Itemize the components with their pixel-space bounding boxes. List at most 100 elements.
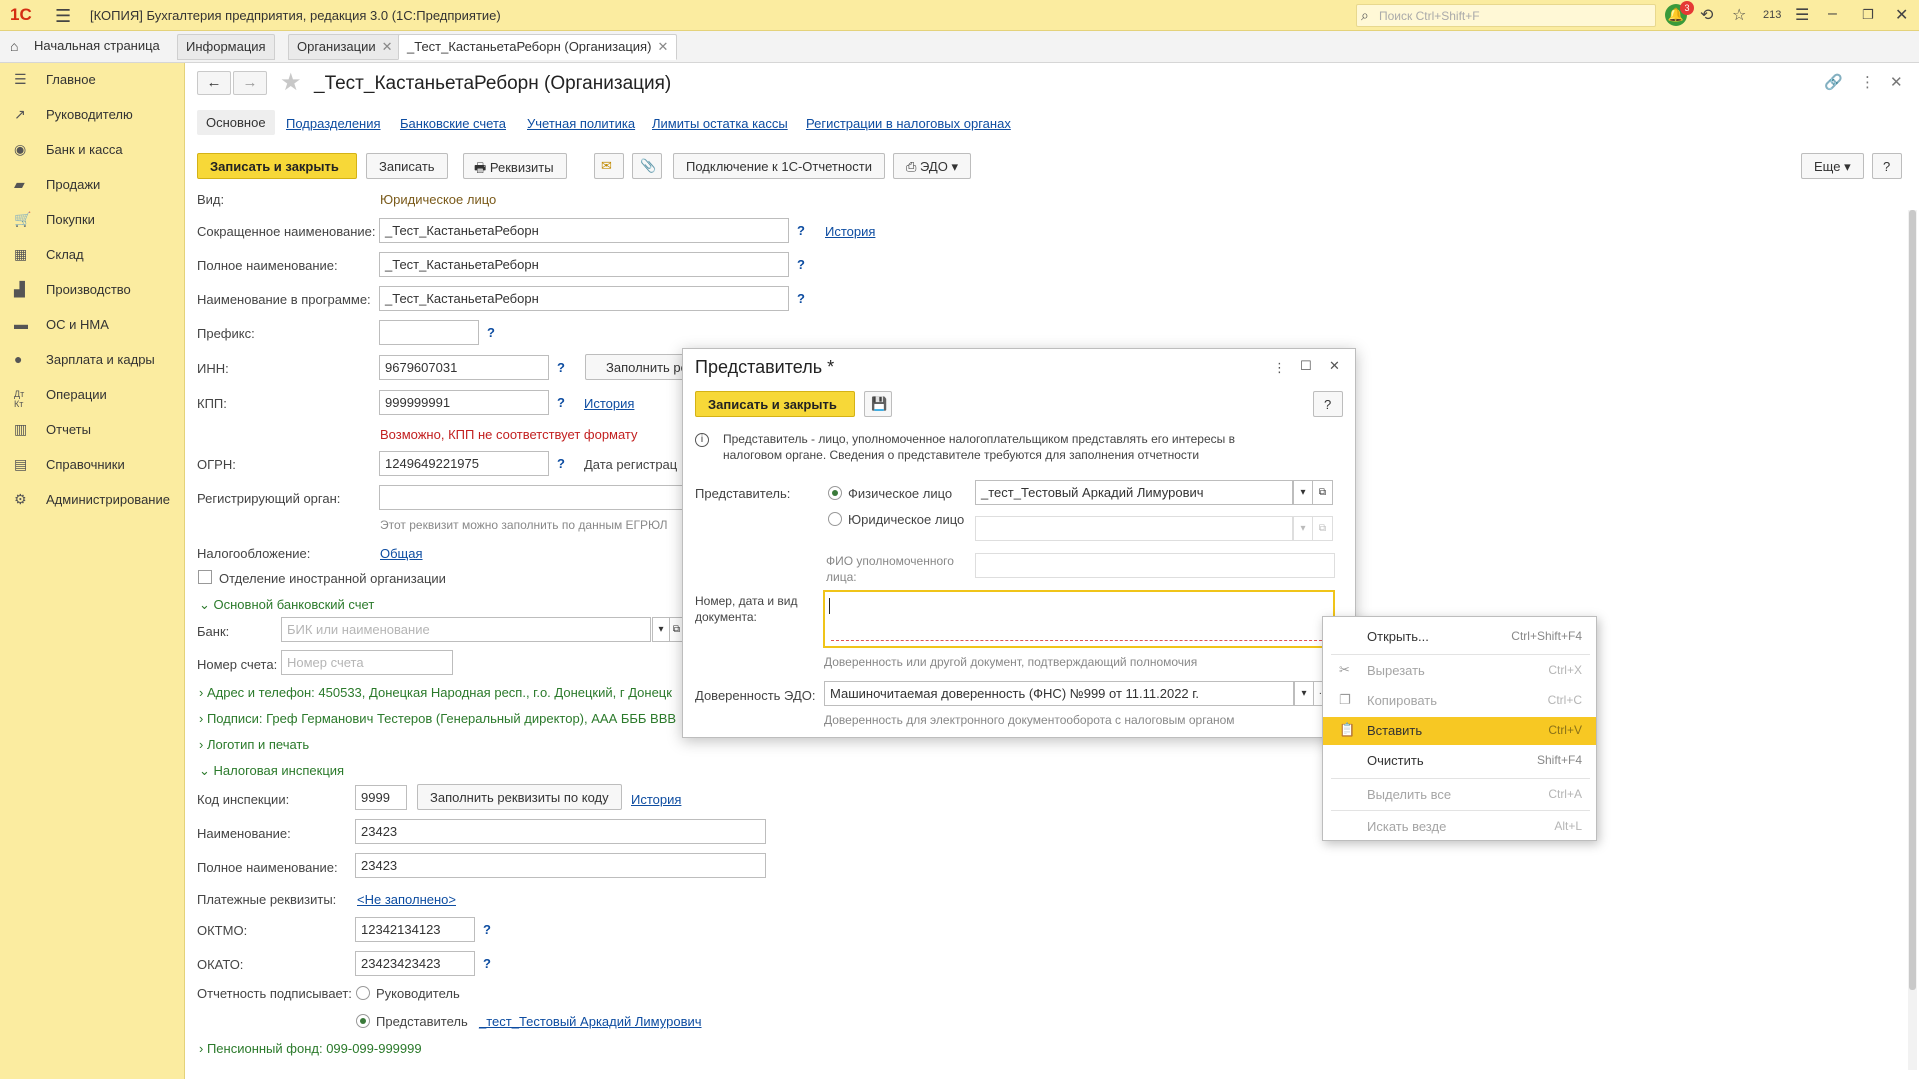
help-icon[interactable]: ? xyxy=(797,291,805,306)
oktmo-input[interactable]: 12342134123 xyxy=(355,917,475,942)
dropdown-arrow-icon[interactable]: ▾ xyxy=(1293,480,1313,505)
menu-item-copy[interactable]: ❐ Копировать Ctrl+C xyxy=(1323,687,1596,715)
address-section-toggle[interactable]: › Адрес и телефон: 450533, Донецкая Наро… xyxy=(199,685,683,700)
subtab-divisions[interactable]: Подразделения xyxy=(286,116,381,131)
payment-requisites-link[interactable]: <Не заполнено> xyxy=(357,892,456,907)
bank-input[interactable]: БИК или наименование xyxy=(281,617,651,642)
help-icon[interactable]: ? xyxy=(557,456,565,471)
menu-item-cut[interactable]: ✂ Вырезать Ctrl+X xyxy=(1323,657,1596,685)
account-input[interactable]: Номер счета xyxy=(281,650,453,675)
inspection-code-input[interactable]: 9999 xyxy=(355,785,407,810)
more-vertical-icon[interactable]: ⋮ xyxy=(1273,360,1286,376)
help-button[interactable]: ? xyxy=(1872,153,1902,179)
tab-organizations[interactable]: Организации ✕ xyxy=(288,34,402,60)
more-vertical-icon[interactable]: ⋮ xyxy=(1860,73,1875,91)
program-name-input[interactable]: _Тест_КастаньетаРеборн xyxy=(379,286,789,311)
dropdown-arrow-icon[interactable]: ▾ xyxy=(1294,681,1314,706)
close-form-icon[interactable]: ✕ xyxy=(1890,73,1903,91)
tab-information[interactable]: Информация xyxy=(177,34,275,60)
sidebar-item-bank[interactable]: ◉ Банк и касса xyxy=(0,133,185,167)
help-icon[interactable]: ? xyxy=(557,395,565,410)
inspection-history-link[interactable]: История xyxy=(631,792,681,807)
dialog-help-button[interactable]: ? xyxy=(1313,391,1343,417)
help-icon[interactable]: ? xyxy=(797,257,805,272)
kpp-input[interactable]: 999999991 xyxy=(379,390,549,415)
help-icon[interactable]: ? xyxy=(797,223,805,238)
edo-button[interactable]: ⎙ ЭДО ▾ xyxy=(893,153,971,179)
reg-organ-input[interactable] xyxy=(379,485,684,510)
favorite-star-icon[interactable]: ★ xyxy=(280,68,302,97)
more-button[interactable]: Еще ▾ xyxy=(1801,153,1864,179)
main-menu-icon[interactable]: ☰ xyxy=(55,6,71,27)
menu-item-select-all[interactable]: Выделить все Ctrl+A xyxy=(1323,781,1596,809)
tab-organization-card[interactable]: _Тест_КастаньетаРеборн (Организация) ✕ xyxy=(398,34,678,60)
settings-menu-icon[interactable]: ☰ xyxy=(1795,5,1809,25)
menu-item-search-everywhere[interactable]: Искать везде Alt+L xyxy=(1323,813,1596,841)
attach-button[interactable]: 📎 xyxy=(632,153,662,179)
inn-input[interactable]: 9679607031 xyxy=(379,355,549,380)
doc-textarea[interactable] xyxy=(823,590,1335,648)
signer-head-radio[interactable] xyxy=(356,986,370,1000)
tax-inspection-section-toggle[interactable]: ⌄ Налоговая инспекция xyxy=(199,763,344,779)
maximize-icon[interactable]: ☐ xyxy=(1300,358,1312,374)
fill-by-code-button[interactable]: Заполнить реквизиты по коду xyxy=(417,784,622,810)
inspection-name-input[interactable]: 23423 xyxy=(355,819,766,844)
okato-input[interactable]: 23423423423 xyxy=(355,951,475,976)
bank-section-toggle[interactable]: ⌄ Основной банковский счет xyxy=(199,597,374,613)
subtab-bank-accounts[interactable]: Банковские счета xyxy=(400,116,506,131)
save-button[interactable]: Записать xyxy=(366,153,448,179)
dialog-save-close-button[interactable]: Записать и закрыть xyxy=(695,391,855,417)
menu-item-clear[interactable]: Очистить Shift+F4 xyxy=(1323,747,1596,775)
sidebar-item-admin[interactable]: ⚙ Администрирование xyxy=(0,483,185,517)
dropdown-arrow-icon[interactable]: ▾ xyxy=(1293,516,1313,541)
foreign-org-checkbox[interactable] xyxy=(198,570,212,584)
help-icon[interactable]: ? xyxy=(483,956,491,971)
physical-person-input[interactable]: _тест_Тестовый Аркадий Лимурович xyxy=(975,480,1293,505)
subtab-tax-registrations[interactable]: Регистрации в налоговых органах xyxy=(806,116,1011,131)
connect-reporting-button[interactable]: Подключение к 1С-Отчетности xyxy=(673,153,886,179)
open-icon[interactable]: ⧉ xyxy=(1313,516,1333,541)
prefix-input[interactable] xyxy=(379,320,479,345)
dropdown-arrow-icon[interactable]: ▾ xyxy=(652,617,670,642)
help-icon[interactable]: ? xyxy=(557,360,565,375)
pension-section-toggle[interactable]: › Пенсионный фонд: 099-099-999999 xyxy=(199,1041,422,1056)
sidebar-item-sales[interactable]: ▰ Продажи xyxy=(0,168,185,202)
short-name-input[interactable]: _Тест_КастаньетаРеборн xyxy=(379,218,789,243)
restore-icon[interactable]: ❐ xyxy=(1862,7,1874,23)
open-icon[interactable]: ⧉ xyxy=(1313,480,1333,505)
menu-item-paste[interactable]: 📋 Вставить Ctrl+V xyxy=(1323,717,1596,745)
global-search-input[interactable]: ⌕ Поиск Ctrl+Shift+F xyxy=(1356,4,1656,27)
fio-input[interactable] xyxy=(975,553,1335,578)
ogrn-input[interactable]: 1249649221975 xyxy=(379,451,549,476)
taxation-link[interactable]: Общая xyxy=(380,546,423,561)
favorites-star-icon[interactable]: ☆ xyxy=(1732,5,1746,25)
sidebar-item-reports[interactable]: ▥ Отчеты xyxy=(0,413,185,447)
minimize-icon[interactable]: – xyxy=(1828,5,1837,23)
legal-entity-radio[interactable] xyxy=(828,512,842,526)
close-dialog-icon[interactable]: ✕ xyxy=(1329,358,1340,374)
forward-button[interactable]: → xyxy=(233,71,267,95)
sidebar-item-main[interactable]: ☰ Главное xyxy=(0,63,185,97)
sidebar-item-operations[interactable]: Дт Кт Операции xyxy=(0,378,185,412)
scrollbar-thumb[interactable] xyxy=(1909,210,1916,990)
edo-input[interactable]: Машиночитаемая доверенность (ФНС) №999 о… xyxy=(824,681,1294,706)
history-link[interactable]: История xyxy=(825,224,875,239)
form-scrollbar[interactable] xyxy=(1908,210,1917,1070)
physical-person-radio[interactable] xyxy=(828,486,842,500)
home-icon[interactable]: ⌂ xyxy=(10,38,18,54)
full-name-input[interactable]: _Тест_КастаньетаРеборн xyxy=(379,252,789,277)
menu-item-open[interactable]: Открыть... Ctrl+Shift+F4 xyxy=(1323,623,1596,651)
sidebar-item-catalogs[interactable]: ▤ Справочники xyxy=(0,448,185,482)
link-icon[interactable]: 🔗 xyxy=(1824,73,1843,91)
signer-rep-link[interactable]: _тест_Тестовый Аркадий Лимурович xyxy=(479,1014,702,1029)
tab-home[interactable]: Начальная страница xyxy=(26,34,168,60)
history-icon[interactable]: ⟲ xyxy=(1700,5,1713,25)
legal-entity-input[interactable] xyxy=(975,516,1293,541)
sidebar-item-salary[interactable]: ● Зарплата и кадры xyxy=(0,343,185,377)
save-close-button[interactable]: Записать и закрыть xyxy=(197,153,357,179)
kpp-history-link[interactable]: История xyxy=(584,396,634,411)
sidebar-item-production[interactable]: ▟ Производство xyxy=(0,273,185,307)
close-icon[interactable]: ✕ xyxy=(1895,5,1908,25)
fill-by-inn-button[interactable]: Заполнить ре xyxy=(585,354,695,380)
requisites-button[interactable]: 🖶 Реквизиты xyxy=(463,153,567,179)
